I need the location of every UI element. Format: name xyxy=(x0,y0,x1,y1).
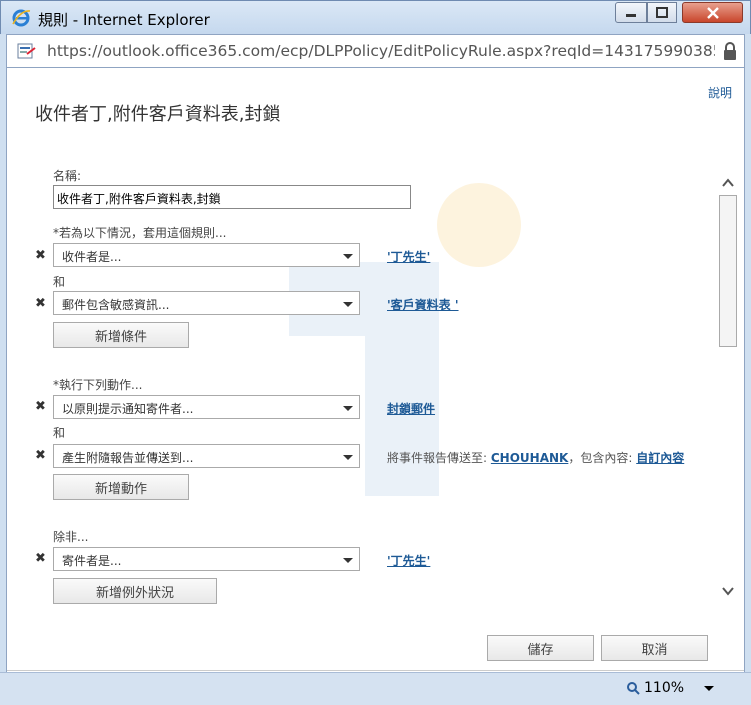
chevron-down-icon xyxy=(343,455,353,460)
report-destination-text: 將事件報告傳送至: CHOUHANK，包含內容: 自訂內容 xyxy=(387,449,684,466)
close-icon xyxy=(706,6,719,19)
scroll-up-icon[interactable] xyxy=(721,176,735,190)
action-select-value: 以原則提示通知寄件者... xyxy=(62,402,194,416)
conditions-label: *若為以下情況，套用這個規則... xyxy=(53,226,227,240)
cancel-button[interactable]: 取消 xyxy=(601,635,708,661)
maximize-icon xyxy=(656,7,668,18)
chevron-down-icon xyxy=(343,254,353,259)
scroll-thumb[interactable] xyxy=(719,195,737,347)
action-select-value: 產生附隨報告並傳送到... xyxy=(62,451,194,465)
page-icon xyxy=(17,43,36,59)
condition-select[interactable]: 收件者是... xyxy=(53,243,360,267)
action-value-link[interactable]: 封鎖郵件 xyxy=(387,400,435,417)
report-prefix: 將事件報告傳送至: xyxy=(387,451,488,465)
scrollbar[interactable] xyxy=(717,168,739,603)
divider xyxy=(7,670,744,671)
remove-action-icon[interactable]: ✖ xyxy=(35,400,47,413)
condition-value-link[interactable]: '客戶資料表 ' xyxy=(387,296,459,313)
help-link[interactable]: 說明 xyxy=(708,84,732,101)
page-title: 收件者丁,附件客戶資料表,封鎖 xyxy=(35,104,281,125)
remove-condition-icon[interactable]: ✖ xyxy=(35,249,47,262)
report-content-link[interactable]: 自訂內容 xyxy=(636,451,684,465)
watermark-dot xyxy=(437,183,521,267)
add-action-button[interactable]: 新增動作 xyxy=(53,474,189,500)
add-exception-button[interactable]: 新增例外狀況 xyxy=(53,578,217,604)
maximize-button[interactable] xyxy=(647,2,677,23)
zoom-level[interactable]: 110% xyxy=(644,680,684,696)
remove-condition-icon[interactable]: ✖ xyxy=(35,297,47,310)
add-condition-button[interactable]: 新增條件 xyxy=(53,322,189,348)
exceptions-label: 除非... xyxy=(53,530,89,544)
chevron-down-icon xyxy=(343,406,353,411)
exception-select-value: 寄件者是... xyxy=(62,554,122,568)
close-window-button[interactable] xyxy=(682,2,743,23)
exception-select[interactable]: 寄件者是... xyxy=(53,547,360,571)
action-select[interactable]: 以原則提示通知寄件者... xyxy=(53,395,360,419)
zoom-icon[interactable] xyxy=(626,681,640,695)
save-button[interactable]: 儲存 xyxy=(487,635,594,661)
remove-exception-icon[interactable]: ✖ xyxy=(35,552,47,565)
chevron-down-icon xyxy=(343,558,353,563)
name-label: 名稱: xyxy=(53,169,82,183)
action-select[interactable]: 產生附隨報告並傳送到... xyxy=(53,444,360,468)
rule-editor-content: 說明 收件者丁,附件客戶資料表,封鎖 名稱: 收件者丁,附件客戶資料表,封鎖 *… xyxy=(6,68,745,672)
chevron-down-icon[interactable] xyxy=(704,686,714,691)
condition-select[interactable]: 郵件包含敏感資訊... xyxy=(53,291,360,315)
address-bar[interactable]: https://outlook.office365.com/ecp/DLPPol… xyxy=(6,34,745,68)
and-label: 和 xyxy=(53,275,66,289)
condition-select-value: 收件者是... xyxy=(62,250,122,264)
chevron-down-icon xyxy=(343,302,353,307)
remove-action-icon[interactable]: ✖ xyxy=(35,449,47,462)
internet-explorer-icon xyxy=(12,9,31,27)
report-middle-text: ，包含內容: xyxy=(568,451,633,465)
minimize-button[interactable] xyxy=(615,2,647,23)
url-text[interactable]: https://outlook.office365.com/ecp/DLPPol… xyxy=(47,42,715,60)
status-bar: 110% xyxy=(0,672,751,705)
condition-select-value: 郵件包含敏感資訊... xyxy=(62,298,170,312)
minimize-icon xyxy=(626,13,636,17)
scroll-down-icon[interactable] xyxy=(721,584,735,598)
actions-label: *執行下列動作... xyxy=(53,378,143,392)
condition-value-link[interactable]: '丁先生' xyxy=(387,248,430,265)
window-titlebar: 規則 - Internet Explorer xyxy=(0,0,751,34)
window-title: 規則 - Internet Explorer xyxy=(38,11,210,29)
report-recipient-link[interactable]: CHOUHANK xyxy=(491,451,568,465)
rule-name-input[interactable]: 收件者丁,附件客戶資料表,封鎖 xyxy=(53,185,411,209)
lock-icon[interactable] xyxy=(722,41,738,61)
and-label: 和 xyxy=(53,426,66,440)
exception-value-link[interactable]: '丁先生' xyxy=(387,552,430,569)
